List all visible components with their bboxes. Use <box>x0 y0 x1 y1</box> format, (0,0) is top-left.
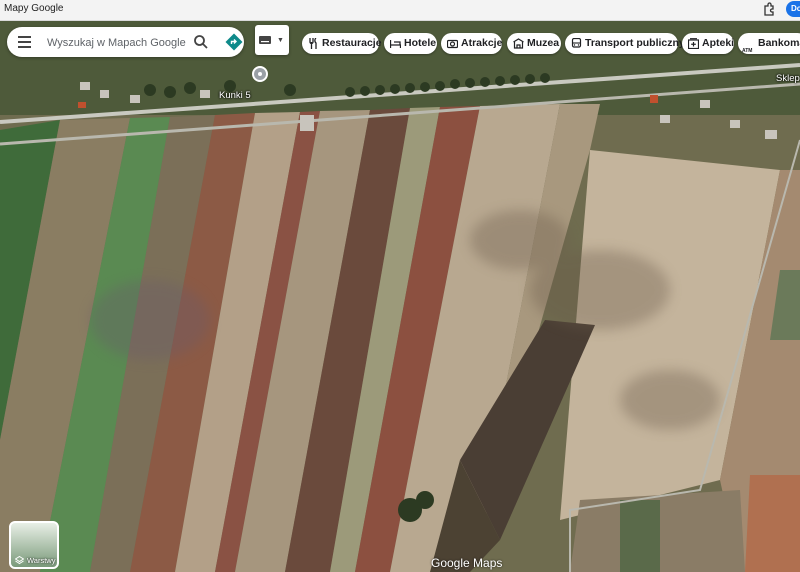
layers-button[interactable]: Warstwy <box>9 521 59 569</box>
title-bar: Mapy Google Do <box>0 0 800 21</box>
chip-atrakcje[interactable]: Atrakcje <box>441 33 502 54</box>
search-icon[interactable] <box>193 34 209 50</box>
chip-apteki[interactable]: Apteki <box>682 33 734 54</box>
chevron-down-icon[interactable]: ▼ <box>277 37 284 44</box>
pharmacy-icon <box>688 38 699 49</box>
chip-bankomaty[interactable]: ATMBankomaty <box>738 33 800 54</box>
chip-transport-publiczny[interactable]: Transport publiczny <box>565 33 685 54</box>
atm-icon: ATM <box>742 48 753 54</box>
camera-icon <box>447 39 458 49</box>
chip-muzea[interactable]: Muzea <box>507 33 561 54</box>
layers-icon <box>15 556 24 565</box>
bus-icon <box>571 38 582 48</box>
keyboard-input-button[interactable]: ▼ <box>255 25 289 55</box>
satellite-imagery <box>0 20 800 572</box>
location-pin-icon[interactable] <box>252 66 268 82</box>
extension-puzzle-icon[interactable] <box>762 2 776 16</box>
search-input[interactable] <box>45 32 189 54</box>
fork-knife-icon <box>309 38 317 49</box>
layers-label: Warstwy <box>27 556 56 565</box>
poi-label-sklep[interactable]: Sklep <box>776 73 800 84</box>
google-maps-logo: Google Maps <box>431 556 503 570</box>
chip-hotele[interactable]: Hotele <box>384 33 437 54</box>
window-title: Mapy Google <box>4 3 64 14</box>
directions-icon[interactable] <box>225 33 243 51</box>
search-box <box>7 27 244 57</box>
satellite-map[interactable]: Kunki 5 Sklep <box>0 20 800 572</box>
chip-restauracje[interactable]: Restauracje <box>302 33 382 54</box>
hamburger-menu-icon[interactable] <box>18 36 31 48</box>
museum-icon <box>513 38 524 49</box>
place-label-kunki[interactable]: Kunki 5 <box>219 90 251 101</box>
profile-button[interactable]: Do <box>786 1 800 17</box>
keyboard-icon <box>259 36 271 44</box>
bed-icon <box>390 40 401 48</box>
